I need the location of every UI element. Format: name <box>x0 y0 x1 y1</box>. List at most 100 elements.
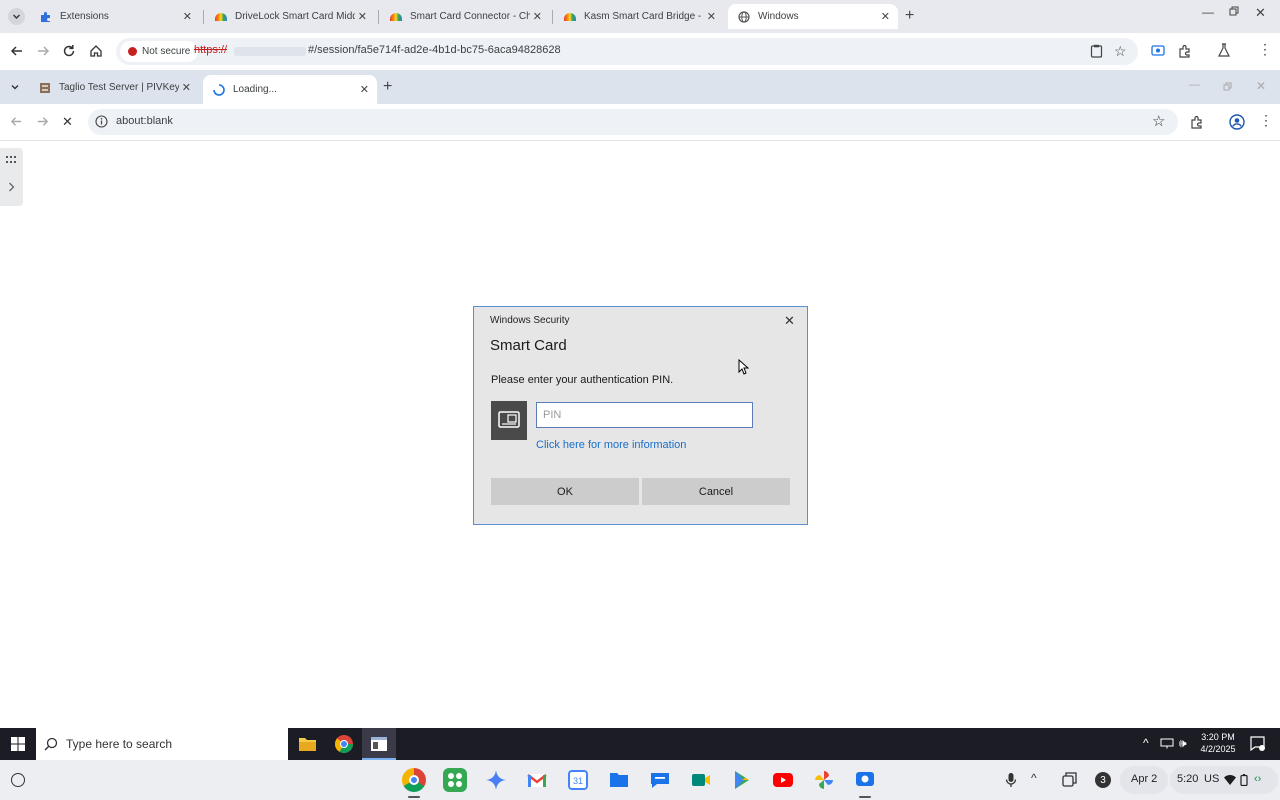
app-grid-icon[interactable] <box>443 768 467 792</box>
tray-overflow-icon[interactable]: ^ <box>1143 736 1149 750</box>
microphone-icon[interactable] <box>1005 772 1017 788</box>
outer-tab-windows[interactable]: Windows ✕ <box>728 4 898 29</box>
chat-icon[interactable] <box>648 768 672 792</box>
notification-badge[interactable]: 3 <box>1095 772 1111 788</box>
dialog-close-icon[interactable]: ✕ <box>784 313 795 329</box>
running-indicator <box>408 796 420 798</box>
cast-icon[interactable] <box>1151 44 1165 58</box>
profile-avatar-icon[interactable] <box>1229 114 1245 130</box>
stop-loading-icon[interactable]: ✕ <box>62 114 73 130</box>
minimize-icon[interactable]: — <box>1202 5 1214 19</box>
clipboard-icon[interactable] <box>1090 44 1103 58</box>
chevron-down-icon <box>13 14 20 19</box>
extensions-icon[interactable] <box>1178 44 1192 58</box>
kebab-menu-icon[interactable]: ⋮ <box>1259 113 1273 127</box>
restore-icon[interactable] <box>1223 82 1233 92</box>
star-icon[interactable]: ☆ <box>1152 112 1165 130</box>
chrome-app-icon[interactable] <box>402 768 426 792</box>
inner-tab-taglio[interactable]: Taglio Test Server | PIVKey Sma ✕ <box>29 75 199 100</box>
kebab-menu-icon[interactable]: ⋮ <box>1258 42 1272 56</box>
shelf-time: 5:20 <box>1177 773 1199 785</box>
ok-button[interactable]: OK <box>491 478 639 505</box>
youtube-icon[interactable] <box>771 768 795 792</box>
date-tray[interactable]: Apr 2 <box>1120 766 1168 794</box>
kasm-control-sidebar[interactable] <box>0 148 23 206</box>
photos-icon[interactable] <box>812 768 836 792</box>
gmail-icon[interactable] <box>525 768 549 792</box>
tab-divider <box>378 10 379 24</box>
outer-tab-extensions[interactable]: Extensions ✕ <box>30 4 200 29</box>
close-tab-icon[interactable]: ✕ <box>183 10 192 23</box>
labs-flask-icon[interactable] <box>1217 43 1231 58</box>
status-area[interactable]: 5:20 US ‹› <box>1170 766 1278 794</box>
running-indicator <box>859 796 871 798</box>
close-tab-icon[interactable]: ✕ <box>707 10 716 23</box>
network-icon[interactable] <box>1160 738 1174 749</box>
close-tab-icon[interactable]: ✕ <box>182 81 191 94</box>
play-store-icon[interactable] <box>730 768 754 792</box>
not-secure-label: Not secure <box>142 46 191 57</box>
files-icon[interactable] <box>607 768 631 792</box>
chevron-right-icon[interactable] <box>8 182 15 192</box>
forward-arrow-icon[interactable] <box>36 115 49 128</box>
windows-search-box[interactable]: Type here to search <box>36 728 288 760</box>
inner-address-bar[interactable]: about:blank ☆ <box>88 109 1178 135</box>
dialog-prompt: Please enter your authentication PIN. <box>491 374 674 386</box>
grid-dots-icon[interactable] <box>6 156 16 164</box>
star-icon[interactable]: ☆ <box>1114 43 1127 60</box>
close-tab-icon[interactable]: ✕ <box>358 10 367 23</box>
url-scheme: https:// <box>194 44 228 56</box>
volume-icon[interactable]: 🕪 <box>1179 736 1187 751</box>
info-icon[interactable] <box>95 115 108 128</box>
gemini-icon[interactable] <box>484 768 508 792</box>
shelf-expand-icon[interactable]: ^ <box>1031 771 1037 785</box>
home-icon[interactable] <box>89 44 103 58</box>
tab-search-button[interactable] <box>7 79 23 95</box>
calendar-icon[interactable]: 31 <box>566 768 590 792</box>
back-arrow-icon[interactable] <box>10 115 23 128</box>
windows-start-icon[interactable] <box>11 737 25 751</box>
remote-session-icon: ‹› <box>1254 773 1262 785</box>
close-window-icon[interactable]: ✕ <box>1256 79 1266 93</box>
address-bar[interactable]: Not secure https:// #/session/fa5e714f-a… <box>116 38 1138 65</box>
meet-icon[interactable] <box>689 768 713 792</box>
tab-search-button[interactable] <box>8 8 25 25</box>
chevron-down-icon <box>11 85 19 90</box>
wifi-icon <box>1224 775 1236 785</box>
extensions-icon[interactable] <box>1190 115 1204 129</box>
back-arrow-icon[interactable] <box>10 44 24 58</box>
inner-tab-loading[interactable]: Loading... ✕ <box>203 75 377 104</box>
action-center-icon[interactable] <box>1250 736 1265 751</box>
chrome-taskbar-icon[interactable] <box>334 734 354 754</box>
remote-desktop-icon[interactable] <box>853 768 877 792</box>
close-window-icon[interactable]: ✕ <box>1255 5 1266 21</box>
restore-icon[interactable] <box>1229 6 1240 17</box>
minimize-icon[interactable]: — <box>1189 79 1200 91</box>
outer-tab-kasm-bridge[interactable]: Kasm Smart Card Bridge - Chro ✕ <box>554 4 724 29</box>
pin-input[interactable] <box>536 402 753 428</box>
close-tab-icon[interactable]: ✕ <box>360 83 369 96</box>
server-icon <box>40 82 50 93</box>
holding-space-icon[interactable] <box>1062 772 1077 787</box>
file-explorer-icon[interactable] <box>298 735 317 752</box>
close-tab-icon[interactable]: ✕ <box>881 10 890 23</box>
close-tab-icon[interactable]: ✕ <box>533 10 542 23</box>
new-tab-button[interactable]: + <box>905 7 914 25</box>
outer-tab-drivelock[interactable]: DriveLock Smart Card Middlew ✕ <box>205 4 375 29</box>
outer-tab-strip: Extensions ✕ DriveLock Smart Card Middle… <box>0 0 1280 33</box>
cancel-button[interactable]: Cancel <box>642 478 790 505</box>
forward-arrow-icon[interactable] <box>36 44 50 58</box>
reload-icon[interactable] <box>62 44 76 58</box>
tab-title: Kasm Smart Card Bridge - Chro <box>584 11 704 22</box>
more-info-link[interactable]: Click here for more information <box>536 439 686 451</box>
outer-tab-smart-card-connector[interactable]: Smart Card Connector - Chrom ✕ <box>380 4 550 29</box>
launcher-button[interactable] <box>11 773 25 787</box>
taskbar-clock[interactable]: 3:20 PM 4/2/2025 <box>1200 731 1236 755</box>
redacted-host <box>234 47 306 56</box>
shelf-region: US <box>1204 773 1220 785</box>
tab-divider <box>552 10 553 24</box>
new-tab-button[interactable]: + <box>383 78 392 96</box>
active-app-taskbar-button[interactable] <box>362 728 396 760</box>
not-secure-chip[interactable]: Not secure <box>120 41 199 62</box>
inner-tab-strip: Taglio Test Server | PIVKey Sma ✕ Loadin… <box>0 70 1280 104</box>
